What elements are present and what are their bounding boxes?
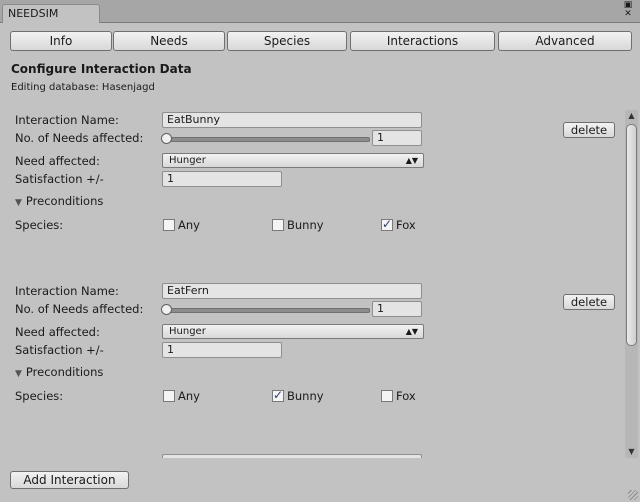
checkbox-box[interactable]: [272, 219, 284, 231]
species-fox-label: Fox: [396, 218, 416, 232]
tab-advanced[interactable]: Advanced: [498, 31, 632, 51]
interactions-scroll-area: Interaction Name: EatBunny delete No. of…: [0, 110, 624, 458]
need-affected-dropdown[interactable]: Hunger ▲▼: [162, 324, 424, 339]
needs-count-slider-handle[interactable]: [161, 304, 172, 315]
interaction-block: Interaction Name: EatFern delete No. of …: [0, 281, 624, 431]
resize-grip-icon[interactable]: [628, 490, 638, 500]
needs-count-field[interactable]: 1: [372, 130, 422, 146]
triangle-down-icon: ▼: [15, 369, 22, 379]
database-label: Editing database: Hasenjagd: [11, 82, 155, 93]
species-label: Species:: [15, 218, 64, 232]
chevron-down-icon: ▲▼: [405, 156, 418, 165]
checkbox-box[interactable]: [163, 390, 175, 402]
need-affected-label: Need affected:: [15, 325, 100, 339]
species-any-checkbox[interactable]: Any: [163, 389, 200, 403]
tab-info[interactable]: Info: [10, 31, 112, 51]
tab-species[interactable]: Species: [227, 31, 347, 51]
scrollbar-thumb[interactable]: [626, 124, 637, 346]
species-any-label: Any: [178, 389, 200, 403]
checkbox-box[interactable]: [163, 219, 175, 231]
triangle-down-icon: ▼: [15, 198, 22, 208]
vertical-scrollbar[interactable]: ▲ ▼: [625, 110, 638, 458]
species-any-checkbox[interactable]: Any: [163, 218, 200, 232]
interaction-name-field-partial[interactable]: [162, 454, 422, 458]
satisfaction-field[interactable]: 1: [162, 342, 282, 358]
window-titlebar: NEEDSIM ▣ ✕: [0, 0, 640, 23]
satisfaction-label: Satisfaction +/-: [15, 343, 104, 357]
close-icon[interactable]: ✕: [622, 10, 634, 19]
delete-button[interactable]: delete: [563, 294, 615, 310]
species-bunny-checkbox[interactable]: Bunny: [272, 218, 324, 232]
checkbox-box[interactable]: ✓: [272, 388, 284, 402]
species-any-label: Any: [178, 218, 200, 232]
interaction-name-field[interactable]: EatBunny: [162, 112, 422, 128]
scroll-up-icon[interactable]: ▲: [625, 110, 638, 122]
needs-count-slider-track[interactable]: [164, 308, 370, 313]
preconditions-foldout[interactable]: ▼ Preconditions: [15, 365, 103, 379]
tab-interactions[interactable]: Interactions: [350, 31, 495, 51]
checkmark-icon: ✓: [273, 388, 284, 402]
checkbox-box[interactable]: ✓: [381, 217, 393, 231]
needs-count-slider-handle[interactable]: [161, 133, 172, 144]
species-fox-checkbox[interactable]: Fox: [381, 389, 416, 403]
species-bunny-checkbox[interactable]: ✓ Bunny: [272, 388, 324, 403]
need-affected-value: Hunger: [169, 326, 206, 337]
needs-count-field[interactable]: 1: [372, 301, 422, 317]
species-label: Species:: [15, 389, 64, 403]
page-title: Configure Interaction Data: [11, 62, 192, 76]
window-tab-label: NEEDSIM: [8, 7, 59, 20]
chevron-down-icon: ▲▼: [405, 327, 418, 336]
need-affected-dropdown[interactable]: Hunger ▲▼: [162, 153, 424, 168]
needs-count-label: No. of Needs affected:: [15, 131, 144, 145]
need-affected-label: Need affected:: [15, 154, 100, 168]
needs-count-label: No. of Needs affected:: [15, 302, 144, 316]
scroll-down-icon[interactable]: ▼: [625, 446, 638, 458]
interaction-block: Interaction Name: EatBunny delete No. of…: [0, 110, 624, 260]
window-tab[interactable]: NEEDSIM: [2, 4, 100, 23]
preconditions-foldout[interactable]: ▼ Preconditions: [15, 194, 103, 208]
species-bunny-label: Bunny: [287, 218, 324, 232]
need-affected-value: Hunger: [169, 155, 206, 166]
checkbox-box[interactable]: [381, 390, 393, 402]
preconditions-label: Preconditions: [25, 194, 104, 208]
add-interaction-button[interactable]: Add Interaction: [10, 471, 129, 489]
species-fox-label: Fox: [396, 389, 416, 403]
preconditions-label: Preconditions: [25, 365, 104, 379]
window-controls: ▣ ✕: [622, 1, 634, 19]
interaction-name-label: Interaction Name:: [15, 113, 119, 127]
delete-button[interactable]: delete: [563, 122, 615, 138]
species-bunny-label: Bunny: [287, 389, 324, 403]
checkmark-icon: ✓: [382, 217, 393, 231]
interaction-name-label: Interaction Name:: [15, 284, 119, 298]
needs-count-slider-track[interactable]: [164, 137, 370, 142]
satisfaction-field[interactable]: 1: [162, 171, 282, 187]
interaction-name-field[interactable]: EatFern: [162, 283, 422, 299]
tab-needs[interactable]: Needs: [113, 31, 225, 51]
species-fox-checkbox[interactable]: ✓ Fox: [381, 217, 416, 232]
satisfaction-label: Satisfaction +/-: [15, 172, 104, 186]
